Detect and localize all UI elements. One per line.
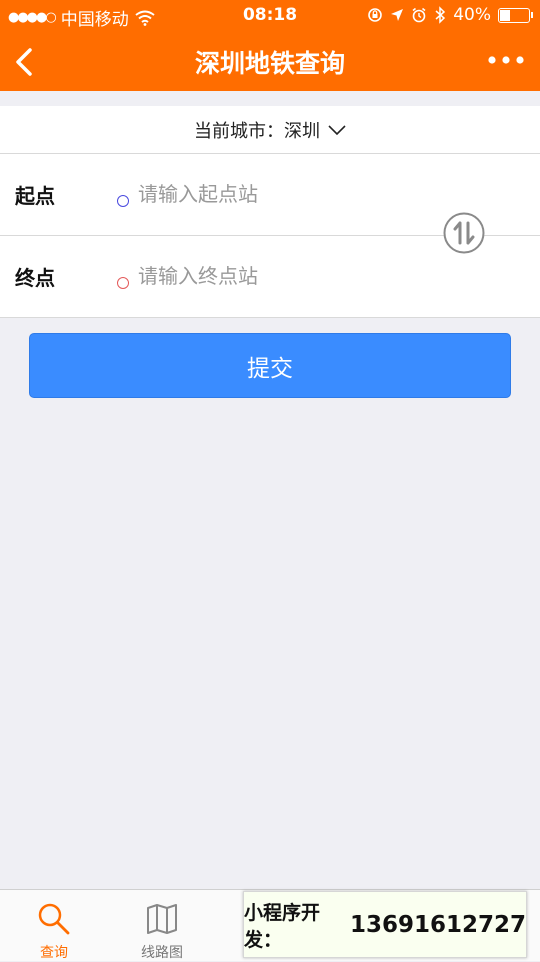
status-bar: ●●●●○ 中国移动 08:18 40%	[0, 0, 540, 30]
submit-button[interactable]: 提交	[29, 333, 511, 398]
more-button[interactable]	[486, 50, 526, 70]
tab-route-map[interactable]: 线路图	[108, 890, 216, 961]
tab-route-map-label: 线路图	[141, 945, 183, 961]
city-selector[interactable]: 当前城市： 深圳	[0, 106, 540, 154]
tab-search-label: 查询	[40, 945, 68, 961]
alarm-icon	[412, 7, 426, 23]
map-icon	[147, 904, 177, 934]
banner-phone: 13691612727	[349, 911, 526, 938]
end-dot-icon	[117, 277, 129, 289]
end-station-input[interactable]	[138, 258, 428, 294]
city-label: 当前城市：	[194, 120, 284, 142]
battery-icon	[498, 7, 533, 23]
status-right: 40%	[367, 5, 533, 25]
location-icon	[391, 9, 404, 21]
bluetooth-icon	[435, 6, 446, 24]
end-label: 终点	[15, 266, 55, 290]
developer-contact-banner: 小程序开发： 13691612727	[243, 891, 527, 958]
start-label: 起点	[15, 184, 55, 208]
city-value: 深圳	[284, 120, 320, 142]
battery-level	[500, 9, 511, 21]
search-icon	[38, 903, 70, 935]
orientation-lock-icon	[368, 8, 383, 22]
start-station-input[interactable]	[138, 176, 428, 212]
chevron-down-icon	[328, 124, 346, 135]
banner-prefix: 小程序开发：	[244, 901, 321, 951]
page-title: 深圳地铁查询	[194, 49, 345, 78]
battery-percent: 40%	[453, 5, 491, 25]
start-dot-icon	[117, 195, 129, 207]
tab-search[interactable]: 查询	[0, 890, 108, 961]
swap-stations-button[interactable]	[443, 212, 485, 254]
navigation-bar: 深圳地铁查询	[0, 30, 540, 91]
